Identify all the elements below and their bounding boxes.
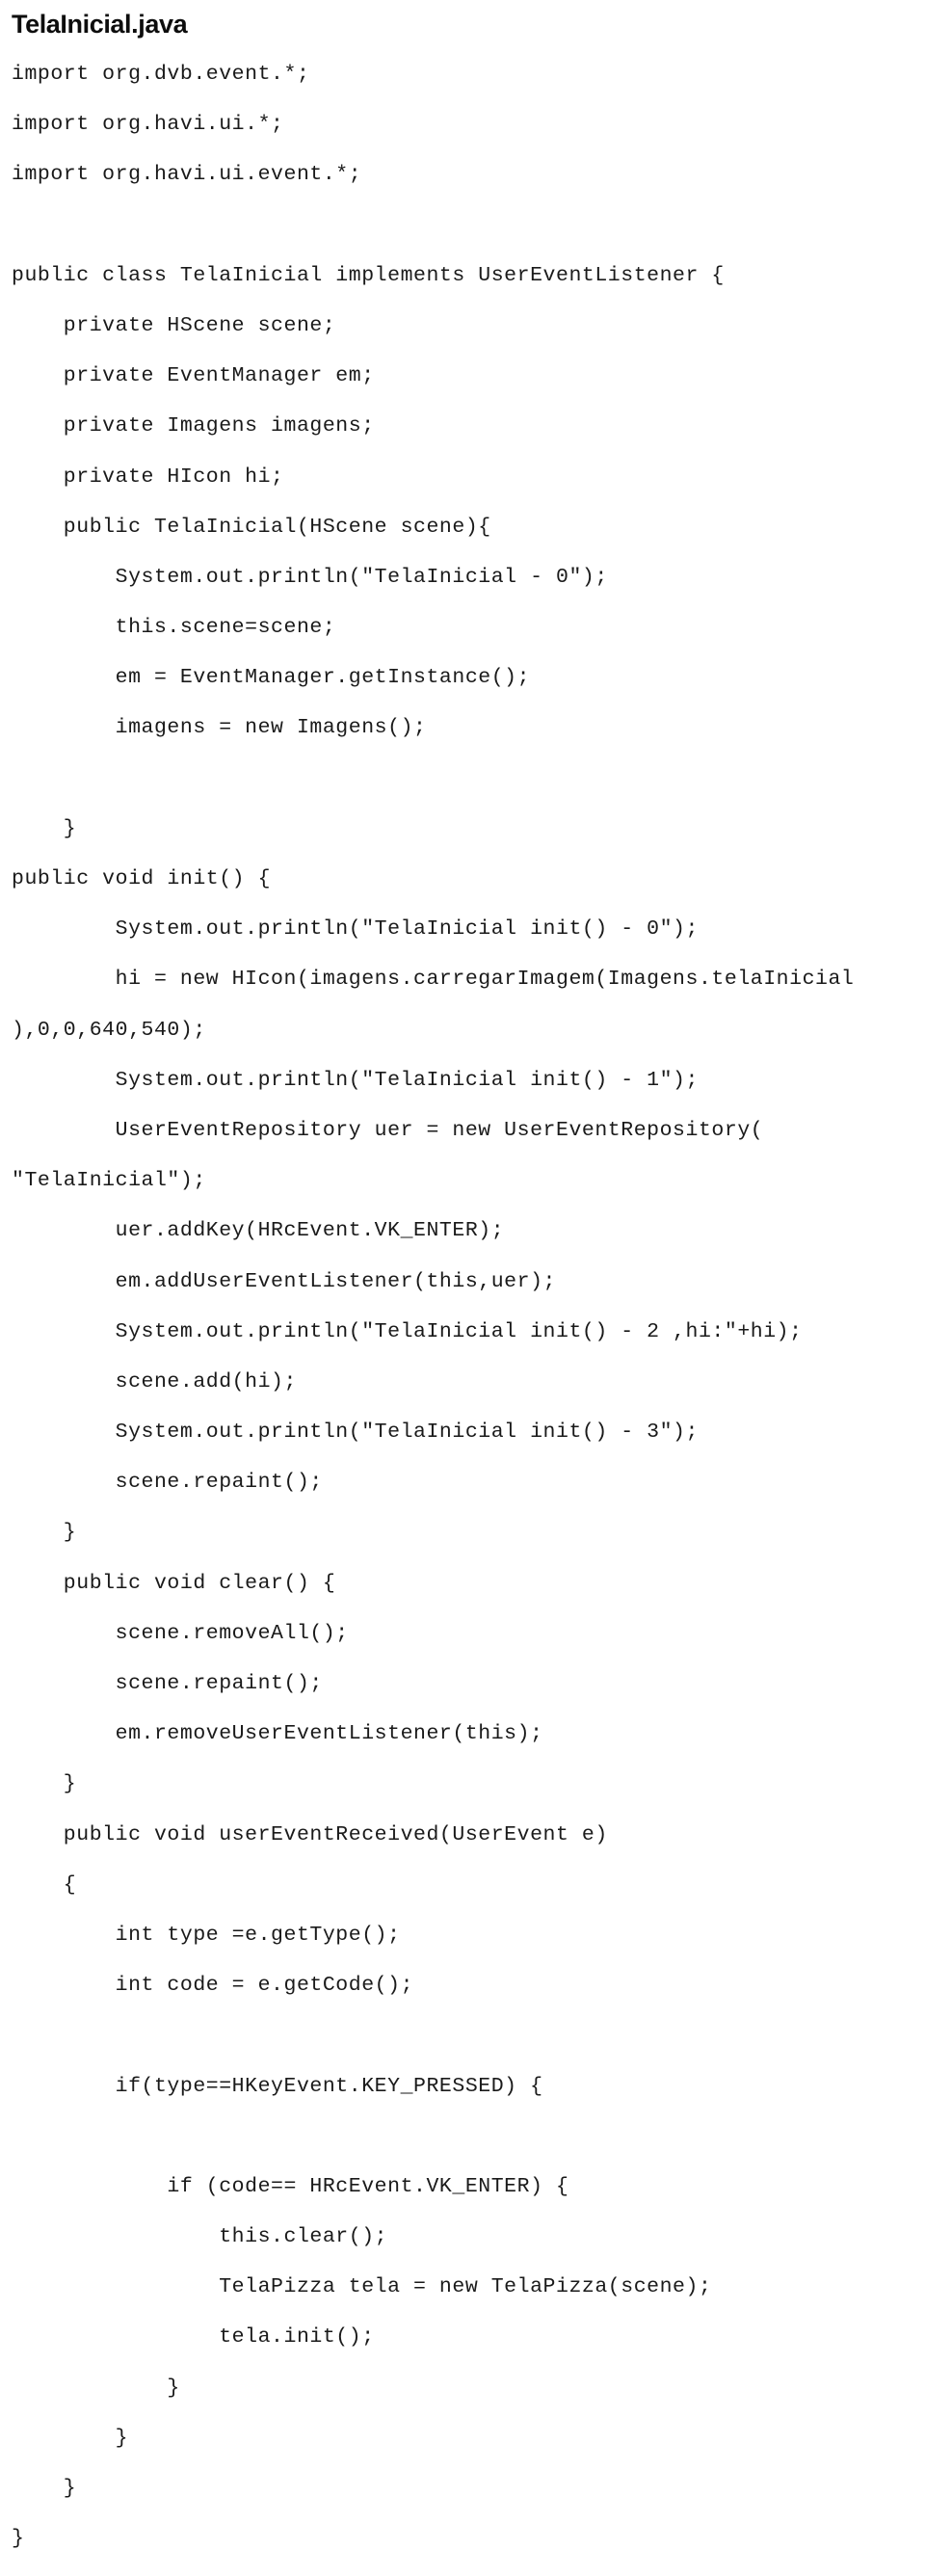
- code-line: em.addUserEventListener(this,uer);: [12, 1269, 556, 1293]
- code-line: if(type==HKeyEvent.KEY_PRESSED) {: [12, 2074, 543, 2098]
- title-spacer: [12, 40, 913, 62]
- code-line: import org.havi.ui.*;: [12, 113, 284, 137]
- code-line: import org.havi.ui.event.*;: [12, 163, 362, 187]
- code-line: private HScene scene;: [12, 313, 336, 337]
- code-line: tela.init();: [12, 2325, 375, 2350]
- code-line: ),0,0,640,540);: [12, 1018, 206, 1042]
- code-line: public void clear() {: [12, 1571, 336, 1595]
- code-line: private HIcon hi;: [12, 465, 284, 489]
- code-line: import org.dvb.event.*;: [12, 63, 310, 86]
- code-line: System.out.println("TelaInicial init() -…: [12, 917, 699, 942]
- code-line: }: [12, 816, 77, 840]
- code-line: {: [12, 1872, 77, 1897]
- source-code-listing: import org.dvb.event.*; import org.havi.…: [12, 62, 913, 2576]
- code-line: private EventManager em;: [12, 364, 375, 388]
- code-line: }: [12, 1521, 77, 1545]
- code-line: }: [12, 1772, 77, 1796]
- code-line: public void init() {: [12, 867, 272, 890]
- code-line: }: [12, 2527, 25, 2551]
- code-line: if (code== HRcEvent.VK_ENTER) {: [12, 2174, 569, 2198]
- code-line: this.clear();: [12, 2225, 388, 2249]
- document-page: TelaInicial.java import org.dvb.event.*;…: [0, 0, 925, 2550]
- code-line: }: [12, 2376, 180, 2400]
- code-line: public TelaInicial(HScene scene){: [12, 515, 491, 539]
- code-line: this.scene=scene;: [12, 616, 336, 640]
- code-line: public void userEventReceived(UserEvent …: [12, 1822, 608, 1846]
- code-line: em.removeUserEventListener(this);: [12, 1722, 543, 1746]
- code-line: scene.add(hi);: [12, 1369, 297, 1394]
- code-line: UserEventRepository uer = new UserEventR…: [12, 1118, 764, 1142]
- code-line: imagens = new Imagens();: [12, 716, 427, 740]
- code-line: private Imagens imagens;: [12, 414, 375, 438]
- code-line: em = EventManager.getInstance();: [12, 666, 531, 690]
- code-line: scene.removeAll();: [12, 1621, 349, 1645]
- code-line: int type =e.getType();: [12, 1923, 401, 1947]
- code-line: System.out.println("TelaInicial init() -…: [12, 1421, 699, 1445]
- code-line: scene.repaint();: [12, 1672, 323, 1695]
- code-line: scene.repaint();: [12, 1471, 323, 1495]
- code-line: int code = e.getCode();: [12, 1974, 414, 1998]
- code-line: }: [12, 2477, 77, 2500]
- code-line: TelaPizza tela = new TelaPizza(scene);: [12, 2275, 712, 2299]
- page-title: TelaInicial.java: [12, 10, 188, 39]
- code-line: public class TelaInicial implements User…: [12, 263, 725, 287]
- code-line: uer.addKey(HRcEvent.VK_ENTER);: [12, 1219, 505, 1243]
- code-line: System.out.println("TelaInicial init() -…: [12, 1068, 699, 1092]
- code-line: hi = new HIcon(imagens.carregarImagem(Im…: [12, 968, 855, 992]
- code-line: }: [12, 2426, 129, 2450]
- code-line: System.out.println("TelaInicial - 0");: [12, 565, 608, 589]
- code-line: "TelaInicial");: [12, 1169, 206, 1193]
- code-line: System.out.println("TelaInicial init() -…: [12, 1319, 803, 1343]
